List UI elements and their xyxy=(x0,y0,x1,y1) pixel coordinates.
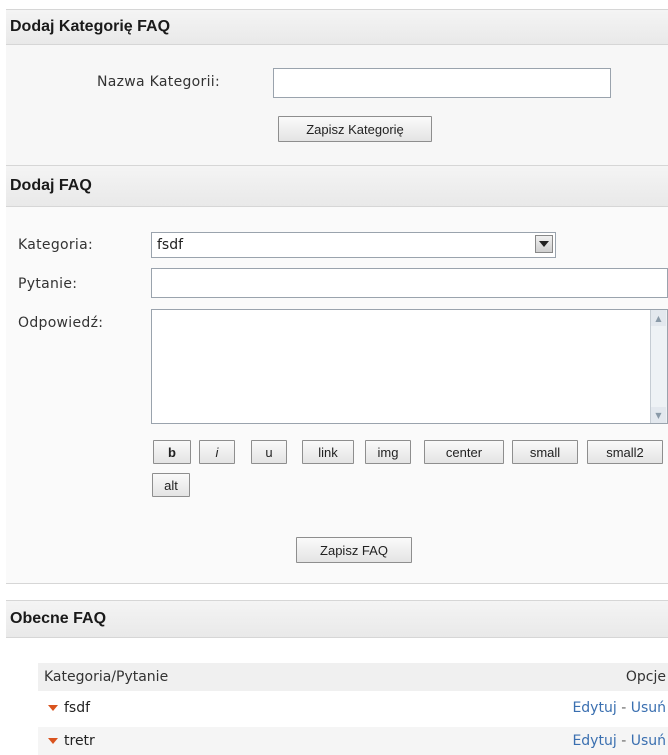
faq-table-header: Kategoria/Pytanie Opcje xyxy=(38,663,668,691)
triangle-bullet-icon xyxy=(48,737,58,744)
edit-link[interactable]: Edytuj xyxy=(572,733,616,749)
answer-scrollbar[interactable]: ▲ ▼ xyxy=(650,310,667,423)
faq-item-name: fsdf xyxy=(64,700,91,716)
small-button[interactable]: small xyxy=(512,440,578,464)
category-name-label: Nazwa Kategorii: xyxy=(97,74,220,90)
col-question-header: Kategoria/Pytanie xyxy=(44,669,169,685)
row-options: Edytuj - Usuń xyxy=(572,694,666,722)
add-category-body: Nazwa Kategorii: Zapisz Kategorię xyxy=(6,45,668,166)
italic-button[interactable]: i xyxy=(199,440,235,464)
faq-category-selected: fsdf xyxy=(157,237,184,253)
table-row: tretr Edytuj - Usuń xyxy=(38,727,668,755)
delete-link[interactable]: Usuń xyxy=(631,733,666,749)
current-faq-title: Obecne FAQ xyxy=(6,600,668,638)
faq-item-name: tretr xyxy=(64,733,95,749)
scroll-up-icon[interactable]: ▲ xyxy=(651,310,666,326)
alt-button[interactable]: alt xyxy=(152,473,190,497)
underline-button[interactable]: u xyxy=(251,440,287,464)
add-category-title: Dodaj Kategorię FAQ xyxy=(6,9,668,45)
faq-answer-textarea[interactable]: ▲ ▼ xyxy=(151,309,668,424)
center-button[interactable]: center xyxy=(424,440,504,464)
options-separator: - xyxy=(621,733,627,749)
current-faq-panel: Obecne FAQ xyxy=(6,600,668,638)
delete-link[interactable]: Usuń xyxy=(631,700,666,716)
edit-link[interactable]: Edytuj xyxy=(572,700,616,716)
add-faq-title: Dodaj FAQ xyxy=(6,165,668,207)
add-faq-panel: Dodaj FAQ Kategoria: fsdf Pytanie: Odpow… xyxy=(6,165,668,584)
row-options: Edytuj - Usuń xyxy=(572,727,666,755)
scroll-down-icon[interactable]: ▼ xyxy=(651,407,666,423)
faq-answer-label: Odpowiedź: xyxy=(18,315,104,331)
faq-category-select[interactable]: fsdf xyxy=(151,232,556,258)
add-faq-body: Kategoria: fsdf Pytanie: Odpowiedź: ▲ ▼ … xyxy=(6,207,668,584)
chevron-down-icon[interactable] xyxy=(535,235,553,253)
add-category-panel: Dodaj Kategorię FAQ Nazwa Kategorii: Zap… xyxy=(6,9,668,166)
options-separator: - xyxy=(621,700,627,716)
faq-category-label: Kategoria: xyxy=(18,237,94,253)
small2-button[interactable]: small2 xyxy=(587,440,663,464)
save-category-button[interactable]: Zapisz Kategorię xyxy=(278,116,432,142)
bold-button[interactable]: b xyxy=(153,440,191,464)
col-options-header: Opcje xyxy=(625,669,666,685)
triangle-bullet-icon xyxy=(48,704,58,711)
save-faq-button[interactable]: Zapisz FAQ xyxy=(296,537,412,563)
table-row: fsdf Edytuj - Usuń xyxy=(38,694,668,722)
category-name-input[interactable] xyxy=(273,68,611,98)
faq-question-label: Pytanie: xyxy=(18,276,78,292)
img-button[interactable]: img xyxy=(365,440,411,464)
faq-question-input[interactable] xyxy=(151,268,668,298)
link-button[interactable]: link xyxy=(302,440,354,464)
